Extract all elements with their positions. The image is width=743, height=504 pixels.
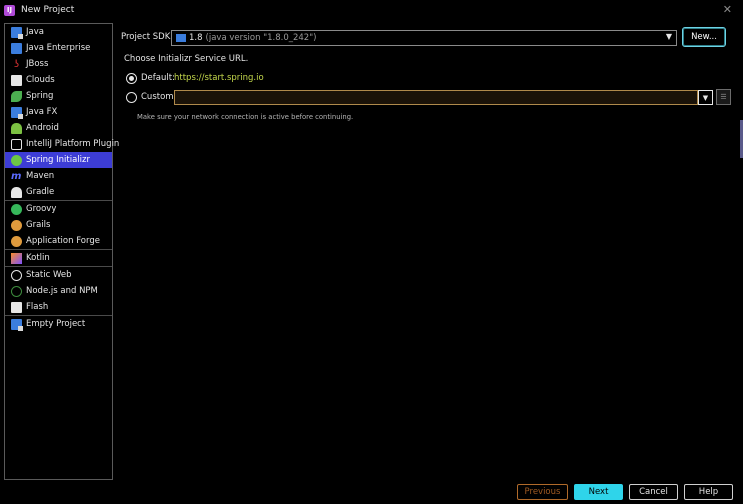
title-bar: IJ New Project ✕ [0,0,743,20]
sidebar-item-application-forge[interactable]: Application Forge [5,233,112,249]
sidebar-item-flash[interactable]: Flash [5,299,112,315]
sidebar-item-nodejs-npm[interactable]: Node.js and NPM [5,283,112,299]
maven-icon: m [11,170,22,182]
sidebar-item-grails[interactable]: Grails [5,217,112,233]
sidebar-item-intellij-platform-plugin[interactable]: IntelliJ Platform Plugin [5,136,119,152]
sdk-version: 1.8 [189,33,203,43]
browse-icon[interactable]: ☰ [716,89,731,105]
sidebar-item-java[interactable]: Java [5,24,112,40]
network-hint: Make sure your network connection is act… [137,113,354,121]
sidebar-item-label: Java FX [26,107,58,117]
window-title: New Project [21,5,75,15]
sidebar-item-android[interactable]: Android [5,120,112,136]
sidebar-item-label: Static Web [26,270,72,280]
sidebar-item-label: Java Enterprise [26,43,91,53]
sidebar-item-spring-initializr[interactable]: Spring Initializr [5,152,112,168]
custom-url-dropdown-icon[interactable]: ▼ [698,90,713,105]
plugin-icon [11,138,22,150]
sidebar-item-label: Spring [26,91,54,101]
custom-label: Custom: [141,92,177,102]
sidebar-item-java-enterprise[interactable]: Java Enterprise [5,40,112,56]
sidebar-item-label: Gradle [26,187,55,197]
close-icon[interactable]: ✕ [723,3,732,16]
static-web-icon [11,269,22,281]
sidebar-item-label: Flash [26,302,49,312]
sdk-detail: (java version "1.8.0_242") [205,33,317,43]
cancel-button[interactable]: Cancel [629,484,678,500]
groovy-icon [11,203,22,215]
nodejs-icon [11,285,22,297]
sidebar-item-label: Application Forge [26,236,100,246]
sidebar-item-label: Groovy [26,204,57,214]
folder-javafx-icon [11,106,23,119]
sidebar-item-gradle[interactable]: Gradle [5,184,112,200]
java-enterprise-icon [11,42,22,54]
clouds-icon [11,74,22,86]
intellij-app-icon: IJ [4,4,15,16]
next-button[interactable]: Next [574,484,623,500]
sidebar-item-empty-project[interactable]: Empty Project [5,316,112,332]
android-icon [11,122,22,134]
sidebar-item-kotlin[interactable]: Kotlin [5,250,112,266]
sidebar-item-label: Grails [26,220,51,230]
folder-empty-icon [11,318,23,331]
project-type-list: Java Java Enterprise ʖ JBoss Clouds Spri… [4,23,119,480]
custom-url-input[interactable] [174,90,698,105]
sidebar-item-label: Java [26,27,44,37]
sidebar-item-label: Empty Project [26,319,86,329]
application-forge-icon [11,235,22,247]
new-sdk-button[interactable]: New... [682,27,726,47]
sidebar-item-static-web[interactable]: Static Web [5,267,112,283]
sidebar-item-label: Node.js and NPM [26,286,98,296]
spring-initializr-icon [11,154,22,166]
folder-java-icon [11,26,23,39]
custom-url-radio[interactable] [126,92,137,103]
sidebar-item-label: JBoss [26,59,49,69]
sidebar-item-label: Clouds [26,75,55,85]
kotlin-icon [11,252,22,264]
sidebar-item-label: Kotlin [26,253,50,263]
folder-sdk-icon [176,34,186,42]
flash-icon [11,301,22,313]
grails-icon [11,219,22,231]
jboss-icon: ʖ [13,58,20,70]
gradle-icon [11,186,22,198]
sidebar-item-java-fx[interactable]: Java FX [5,104,112,120]
default-url-radio[interactable] [126,73,137,84]
default-url-link[interactable]: https://start.spring.io [174,73,264,83]
project-sdk-label: Project SDK: [121,32,174,42]
sidebar-item-clouds[interactable]: Clouds [5,72,112,88]
chevron-down-icon: ▼ [665,32,672,41]
default-label: Default: [141,73,175,83]
sidebar-item-jboss[interactable]: ʖ JBoss [5,56,112,72]
choose-url-label: Choose Initializr Service URL. [124,54,249,64]
sidebar-item-label: Spring Initializr [26,155,90,165]
project-sdk-dropdown[interactable]: 1.8 (java version "1.8.0_242") ▼ [171,30,677,46]
spring-icon [11,90,22,102]
sidebar-item-maven[interactable]: m Maven [5,168,112,184]
main-panel: Project SDK: 1.8 (java version "1.8.0_24… [120,23,740,483]
sidebar-item-label: Android [26,123,59,133]
help-button[interactable]: Help [684,484,733,500]
sidebar-item-label: Maven [26,171,55,181]
sidebar-item-spring[interactable]: Spring [5,88,112,104]
sidebar-item-groovy[interactable]: Groovy [5,201,112,217]
sidebar-item-label: IntelliJ Platform Plugin [26,139,120,149]
previous-button[interactable]: Previous [517,484,568,500]
